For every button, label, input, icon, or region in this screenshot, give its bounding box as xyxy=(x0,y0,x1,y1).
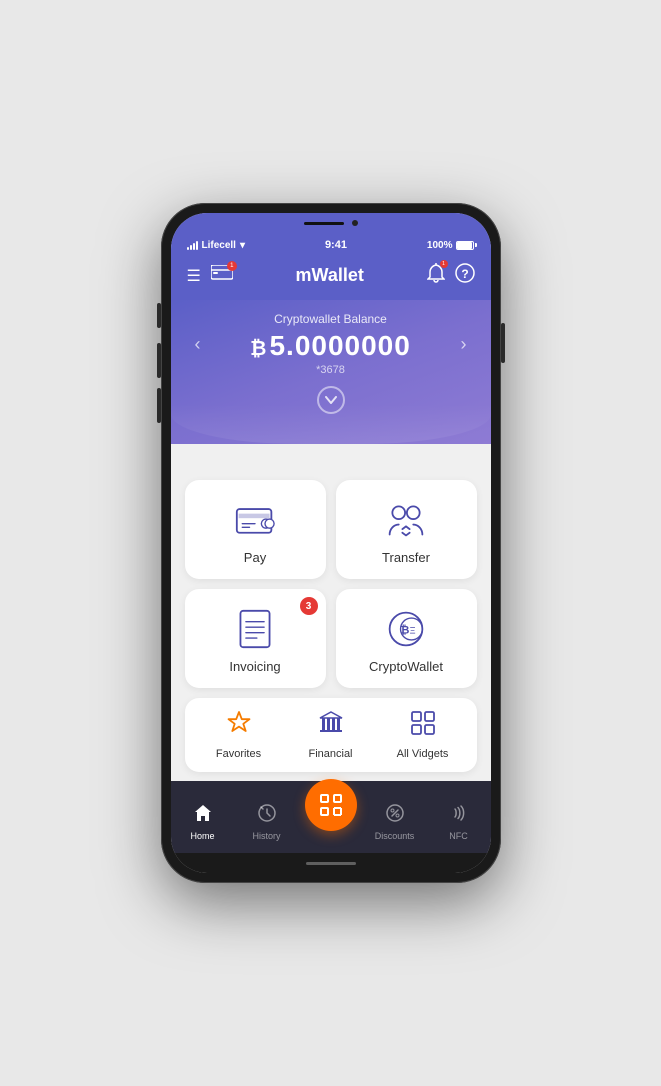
action-grid: Pay Transfer xyxy=(185,480,477,688)
financial-widget[interactable]: Financial xyxy=(285,710,377,760)
nav-tab-nfc[interactable]: NFC xyxy=(427,803,491,841)
history-icon xyxy=(257,803,277,828)
battery-icon xyxy=(456,241,474,250)
signal-icon xyxy=(187,240,198,250)
nav-tab-home[interactable]: Home xyxy=(171,803,235,841)
notification-button[interactable]: 1 xyxy=(427,263,445,288)
app-title: mWallet xyxy=(296,265,364,286)
wave-divider xyxy=(171,444,491,468)
help-button[interactable]: ? xyxy=(455,263,475,288)
scan-icon xyxy=(319,793,343,817)
discounts-icon xyxy=(385,803,405,828)
speaker-notch xyxy=(304,222,344,225)
nav-tab-history[interactable]: History xyxy=(235,803,299,841)
notification-badge: 1 xyxy=(440,260,448,268)
volume-up-button xyxy=(157,303,161,328)
carrier-label: Lifecell xyxy=(202,240,236,251)
nav-tab-scan[interactable] xyxy=(299,789,363,841)
balance-next-arrow[interactable]: › xyxy=(461,334,467,355)
cryptowallet-icon: ₿ Ξ xyxy=(384,607,428,651)
status-right: 100% xyxy=(427,240,475,251)
balance-navigation: ‹ Cryptowallet Balance ₿5.0000000 *3678 … xyxy=(191,312,471,376)
svg-text:Ξ: Ξ xyxy=(410,626,416,636)
invoicing-card[interactable]: Invoicing 3 xyxy=(185,589,326,688)
battery-percent: 100% xyxy=(427,240,453,251)
invoicing-badge: 3 xyxy=(300,597,318,615)
cryptowallet-label: CryptoWallet xyxy=(369,659,443,674)
balance-amount: ₿5.0000000 xyxy=(201,330,461,362)
card-notification-badge: 1 xyxy=(227,261,237,271)
wifi-icon: ▾ xyxy=(240,240,245,251)
pay-label: Pay xyxy=(244,550,266,565)
all-vidgets-label: All Vidgets xyxy=(397,748,449,760)
status-time: 9:41 xyxy=(325,239,347,251)
nfc-tab-label: NFC xyxy=(449,831,468,841)
svg-text:?: ? xyxy=(461,267,468,281)
balance-symbol: ₿ xyxy=(250,338,267,360)
cryptowallet-card[interactable]: ₿ Ξ CryptoWallet xyxy=(336,589,477,688)
volume-down-button xyxy=(157,343,161,378)
status-left: Lifecell ▾ xyxy=(187,240,246,251)
balance-value: 5.0000000 xyxy=(269,330,410,361)
power-button xyxy=(501,323,505,363)
scan-button[interactable] xyxy=(305,779,357,831)
balance-section: ‹ Cryptowallet Balance ₿5.0000000 *3678 … xyxy=(171,300,491,444)
balance-account: *3678 xyxy=(201,364,461,376)
home-icon xyxy=(193,803,213,828)
transfer-card[interactable]: Transfer xyxy=(336,480,477,579)
phone-device: Lifecell ▾ 9:41 100% ☰ xyxy=(161,203,501,883)
silent-button xyxy=(157,388,161,423)
top-navigation: ☰ 1 mWallet 1 xyxy=(171,255,491,300)
transfer-label: Transfer xyxy=(382,550,430,565)
favorites-widget[interactable]: Favorites xyxy=(193,710,285,760)
favorites-label: Favorites xyxy=(216,748,261,760)
nav-left: ☰ 1 xyxy=(187,265,233,286)
star-icon xyxy=(226,710,252,742)
pay-card[interactable]: Pay xyxy=(185,480,326,579)
transfer-icon xyxy=(384,498,428,542)
balance-center: Cryptowallet Balance ₿5.0000000 *3678 xyxy=(201,312,461,376)
history-tab-label: History xyxy=(252,831,280,841)
home-indicator xyxy=(306,862,356,865)
pay-icon xyxy=(233,498,277,542)
camera-notch xyxy=(352,220,358,226)
home-tab-label: Home xyxy=(190,831,214,841)
battery-fill xyxy=(457,242,471,249)
nav-right: 1 ? xyxy=(427,263,475,288)
invoicing-icon xyxy=(233,607,277,651)
all-vidgets-widget[interactable]: All Vidgets xyxy=(377,710,469,760)
grid-icon xyxy=(410,710,436,742)
bank-icon xyxy=(318,710,344,742)
main-content: Pay Transfer xyxy=(171,468,491,781)
help-icon: ? xyxy=(455,263,475,283)
balance-label: Cryptowallet Balance xyxy=(201,312,461,326)
card-icon-wrapper[interactable]: 1 xyxy=(211,265,233,286)
invoicing-label: Invoicing xyxy=(229,659,280,674)
home-indicator-bar xyxy=(171,853,491,873)
bottom-navigation: Home History xyxy=(171,781,491,853)
nav-tab-discounts[interactable]: Discounts xyxy=(363,803,427,841)
status-bar: Lifecell ▾ 9:41 100% xyxy=(171,233,491,255)
hamburger-menu-icon[interactable]: ☰ xyxy=(187,266,201,286)
financial-label: Financial xyxy=(308,748,352,760)
chevron-down-icon xyxy=(325,396,337,404)
svg-text:₿: ₿ xyxy=(401,625,410,637)
phone-screen: Lifecell ▾ 9:41 100% ☰ xyxy=(171,213,491,873)
discounts-tab-label: Discounts xyxy=(375,831,415,841)
expand-balance-button[interactable] xyxy=(317,386,345,414)
nfc-icon xyxy=(449,803,469,828)
widgets-row: Favorites Financial xyxy=(185,698,477,772)
